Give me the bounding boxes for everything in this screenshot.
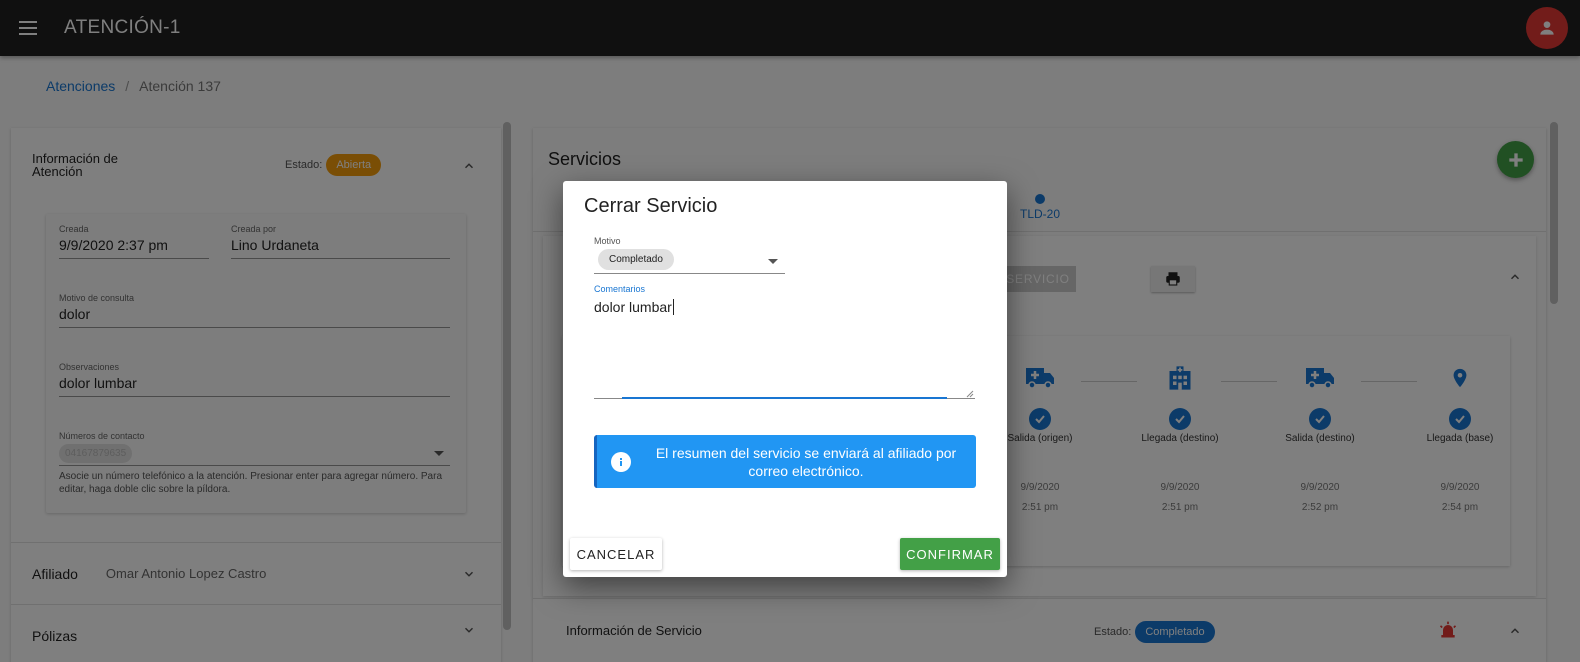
reason-chip[interactable]: Completado — [598, 249, 674, 270]
reason-select[interactable]: Completado — [594, 248, 785, 274]
resize-handle-icon[interactable] — [964, 388, 974, 398]
info-icon — [611, 451, 631, 472]
confirm-button[interactable]: CONFIRMAR — [900, 538, 1000, 570]
alert-message: El resumen del servicio se enviará al af… — [655, 444, 957, 479]
comments-textarea[interactable]: dolor lumbar — [594, 299, 975, 399]
close-service-dialog: Cerrar Servicio Motivo Completado Coment… — [563, 181, 1007, 577]
comments-label: Comentarios — [594, 284, 646, 294]
dropdown-arrow-icon[interactable] — [768, 259, 778, 264]
comments-value: dolor lumbar — [594, 299, 672, 315]
dialog-title: Cerrar Servicio — [584, 195, 718, 217]
email-info-alert: El resumen del servicio se enviará al af… — [594, 435, 976, 488]
cancel-button[interactable]: CANCELAR — [570, 538, 662, 570]
textarea-focus-underline — [622, 397, 947, 399]
reason-select-label: Motivo — [594, 236, 621, 246]
